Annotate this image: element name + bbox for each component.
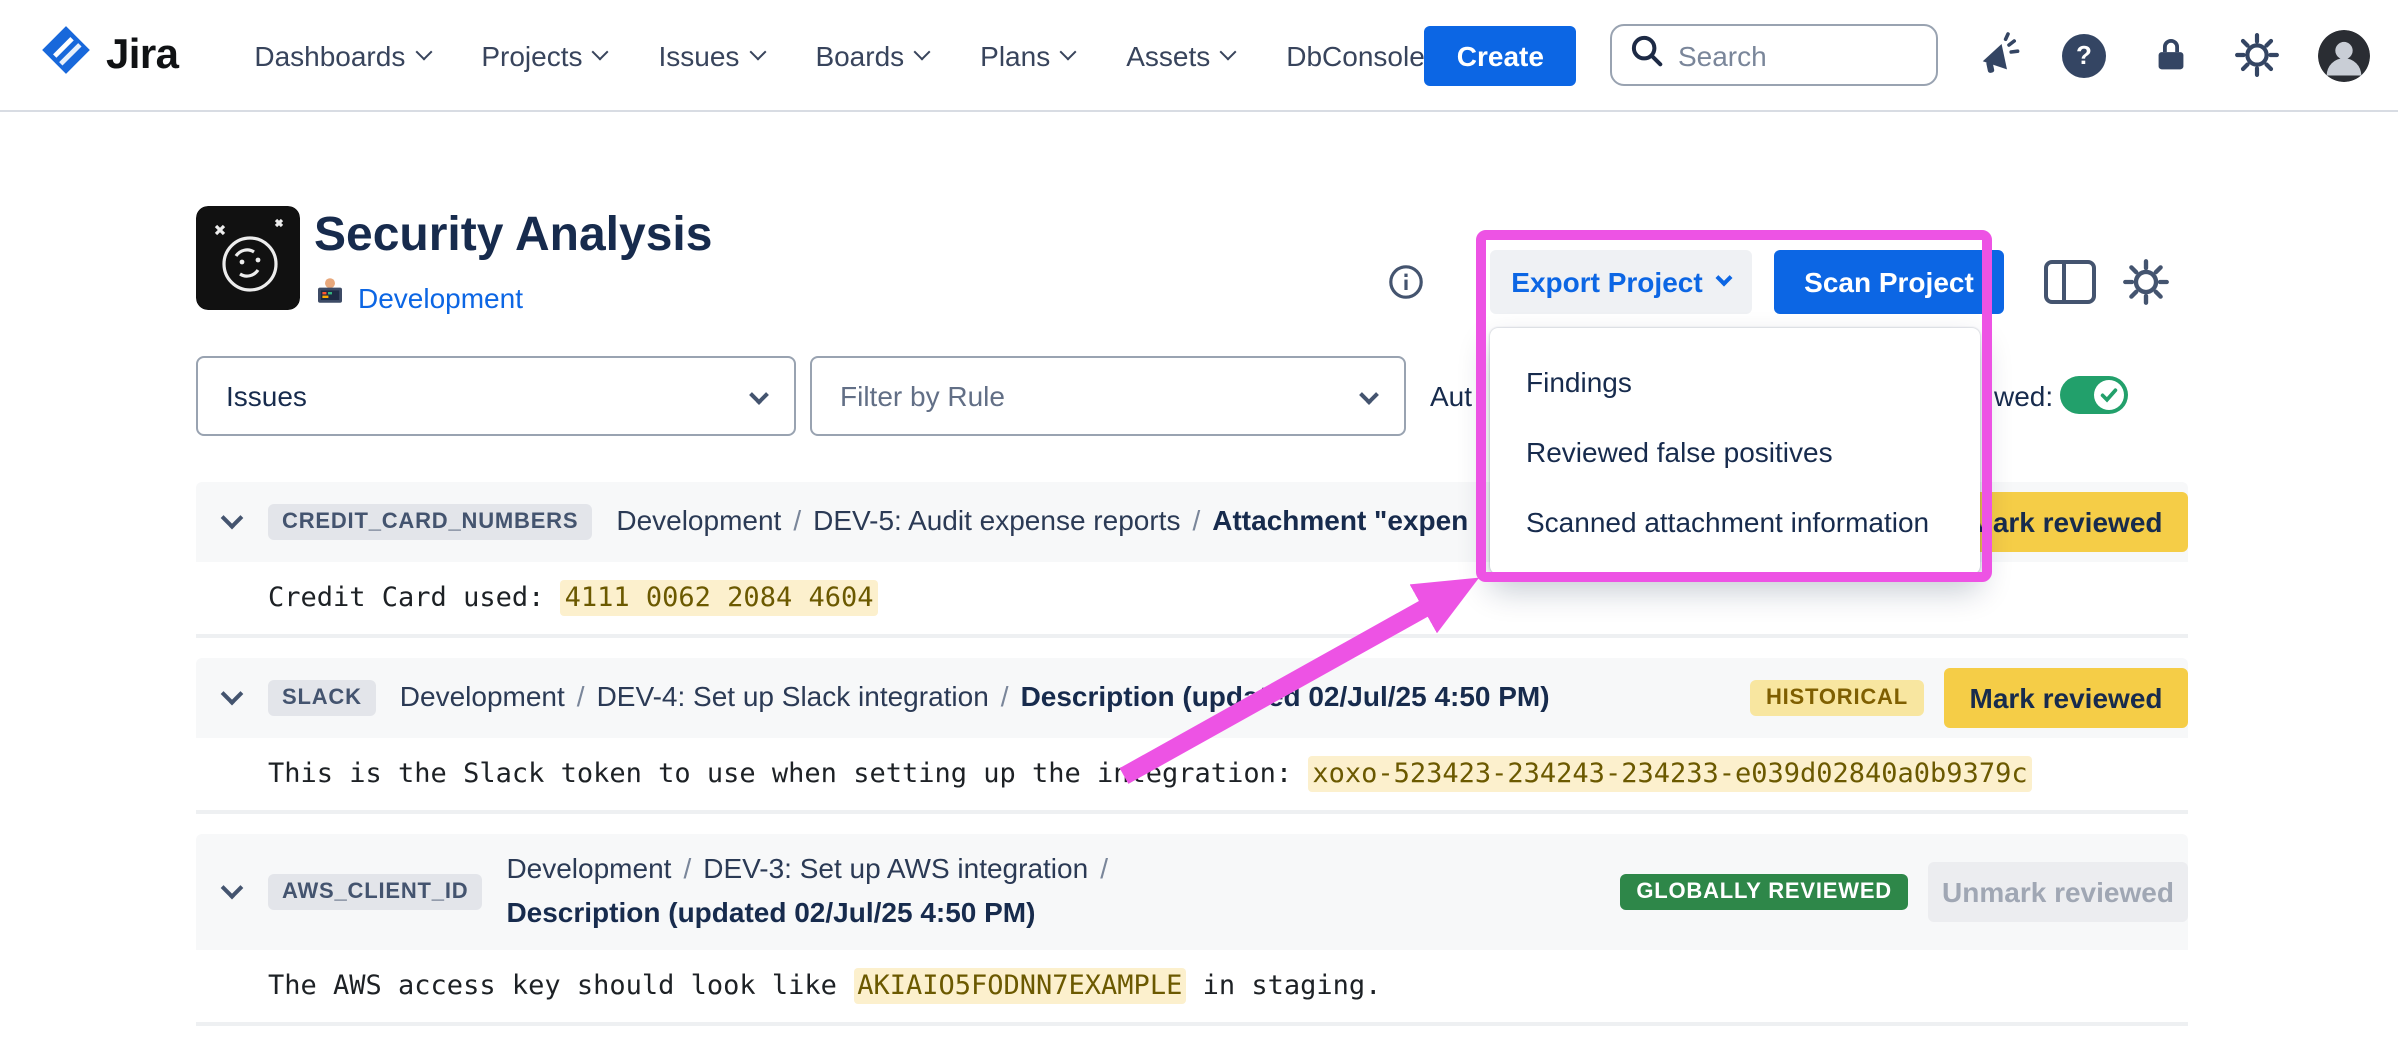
show-reviewed-toggle[interactable] bbox=[2060, 376, 2128, 414]
finding-body: The AWS access key should look like AKIA… bbox=[196, 950, 2188, 1026]
project-breadcrumb: Development bbox=[314, 276, 523, 318]
gear-icon[interactable] bbox=[2232, 31, 2280, 79]
navbar-icons: ? bbox=[1974, 29, 2370, 81]
create-button[interactable]: Create bbox=[1425, 25, 1576, 85]
lock-icon[interactable] bbox=[2146, 31, 2194, 79]
nav-boards[interactable]: Boards bbox=[815, 39, 928, 71]
search-icon bbox=[1628, 31, 1666, 79]
finding-breadcrumb: Development/DEV-4: Set up Slack integrat… bbox=[400, 676, 1550, 719]
collapse-chevron-icon[interactable] bbox=[221, 682, 244, 705]
menu-item-scanned-attachment-information[interactable]: Scanned attachment information bbox=[1490, 486, 1980, 556]
collapse-chevron-icon[interactable] bbox=[221, 876, 244, 899]
collapse-chevron-icon[interactable] bbox=[221, 506, 244, 529]
mark-reviewed-button[interactable]: Mark reviewed bbox=[1944, 668, 2188, 728]
globally-reviewed-badge: GLOBALLY REVIEWED bbox=[1620, 874, 1908, 910]
top-navbar: Jira Dashboards Projects Issues Boards P… bbox=[0, 0, 2398, 112]
nav-projects[interactable]: Projects bbox=[481, 39, 606, 71]
finding-header: SLACK Development/DEV-4: Set up Slack in… bbox=[196, 658, 2188, 738]
nav-issues[interactable]: Issues bbox=[659, 39, 764, 71]
show-reviewed-label-fragment: wed: bbox=[1994, 380, 2053, 412]
chevron-down-icon bbox=[1716, 270, 1733, 287]
scan-project-button[interactable]: Scan Project bbox=[1774, 250, 2004, 314]
project-link[interactable]: Development bbox=[358, 281, 523, 313]
chevron-down-icon bbox=[1060, 43, 1077, 60]
rule-badge: CREDIT_CARD_NUMBERS bbox=[268, 504, 592, 540]
search-box bbox=[1610, 24, 1938, 86]
jira-logo-text: Jira bbox=[106, 31, 178, 79]
menu-item-findings[interactable]: Findings bbox=[1490, 346, 1980, 416]
rule-badge: SLACK bbox=[268, 680, 376, 716]
help-icon[interactable]: ? bbox=[2060, 31, 2108, 79]
rule-filter-select[interactable]: Filter by Rule bbox=[810, 356, 1406, 436]
secret-highlight: 4111 0062 2084 4604 bbox=[561, 580, 878, 616]
menu-item-reviewed-false-positives[interactable]: Reviewed false positives bbox=[1490, 416, 1980, 486]
jira-logo-icon bbox=[40, 24, 92, 86]
chevron-down-icon bbox=[1359, 385, 1379, 405]
finding-row: AWS_CLIENT_ID Development/DEV-3: Set up … bbox=[196, 834, 2188, 1026]
historical-badge: HISTORICAL bbox=[1750, 680, 1924, 716]
announcement-icon[interactable] bbox=[1974, 31, 2022, 79]
chevron-down-icon bbox=[914, 43, 931, 60]
export-project-button[interactable]: Export Project bbox=[1490, 250, 1752, 314]
user-avatar[interactable] bbox=[2318, 29, 2370, 81]
page-title: Security Analysis bbox=[314, 208, 712, 264]
issues-filter-select[interactable]: Issues bbox=[196, 356, 796, 436]
page: Jira Dashboards Projects Issues Boards P… bbox=[0, 0, 2398, 1036]
development-project-icon bbox=[314, 276, 346, 318]
detail-panel-icon[interactable] bbox=[2044, 260, 2096, 304]
nav-assets[interactable]: Assets bbox=[1126, 39, 1234, 71]
secret-highlight: AKIAIO5FODNN7EXAMPLE bbox=[853, 968, 1186, 1004]
finding-header: AWS_CLIENT_ID Development/DEV-3: Set up … bbox=[196, 834, 2188, 950]
finding-body: This is the Slack token to use when sett… bbox=[196, 738, 2188, 814]
nav-plans[interactable]: Plans bbox=[980, 39, 1074, 71]
finding-row: SLACK Development/DEV-4: Set up Slack in… bbox=[196, 658, 2188, 814]
export-dropdown-menu: Findings Reviewed false positives Scanne… bbox=[1490, 328, 1980, 574]
jira-logo[interactable]: Jira bbox=[40, 24, 178, 86]
info-icon[interactable] bbox=[1388, 264, 1424, 300]
auto-label-fragment: Aut bbox=[1430, 380, 1472, 412]
chevron-down-icon bbox=[592, 43, 609, 60]
chevron-down-icon bbox=[415, 43, 432, 60]
unmark-reviewed-button[interactable]: Unmark reviewed bbox=[1928, 862, 2188, 922]
chevron-down-icon bbox=[749, 385, 769, 405]
finding-breadcrumb: Development/DEV-3: Set up AWS integratio… bbox=[506, 849, 1120, 936]
project-avatar bbox=[196, 206, 300, 310]
rule-badge: AWS_CLIENT_ID bbox=[268, 874, 482, 910]
toggle-knob bbox=[2094, 380, 2124, 410]
project-settings-gear-icon[interactable] bbox=[2122, 258, 2170, 306]
main-nav: Dashboards Projects Issues Boards Plans … bbox=[254, 39, 1424, 71]
nav-dbconsole[interactable]: DbConsole bbox=[1286, 39, 1425, 71]
finding-breadcrumb: Development/DEV-5: Audit expense reports… bbox=[616, 500, 1468, 543]
search-input[interactable] bbox=[1678, 39, 1920, 71]
mark-reviewed-button[interactable]: Mark reviewed bbox=[1944, 492, 2188, 552]
nav-dashboards[interactable]: Dashboards bbox=[254, 39, 429, 71]
chevron-down-icon bbox=[749, 43, 766, 60]
secret-highlight: xoxo-523423-234243-234233-e039d02840a0b9… bbox=[1308, 756, 2031, 792]
chevron-down-icon bbox=[1220, 43, 1237, 60]
